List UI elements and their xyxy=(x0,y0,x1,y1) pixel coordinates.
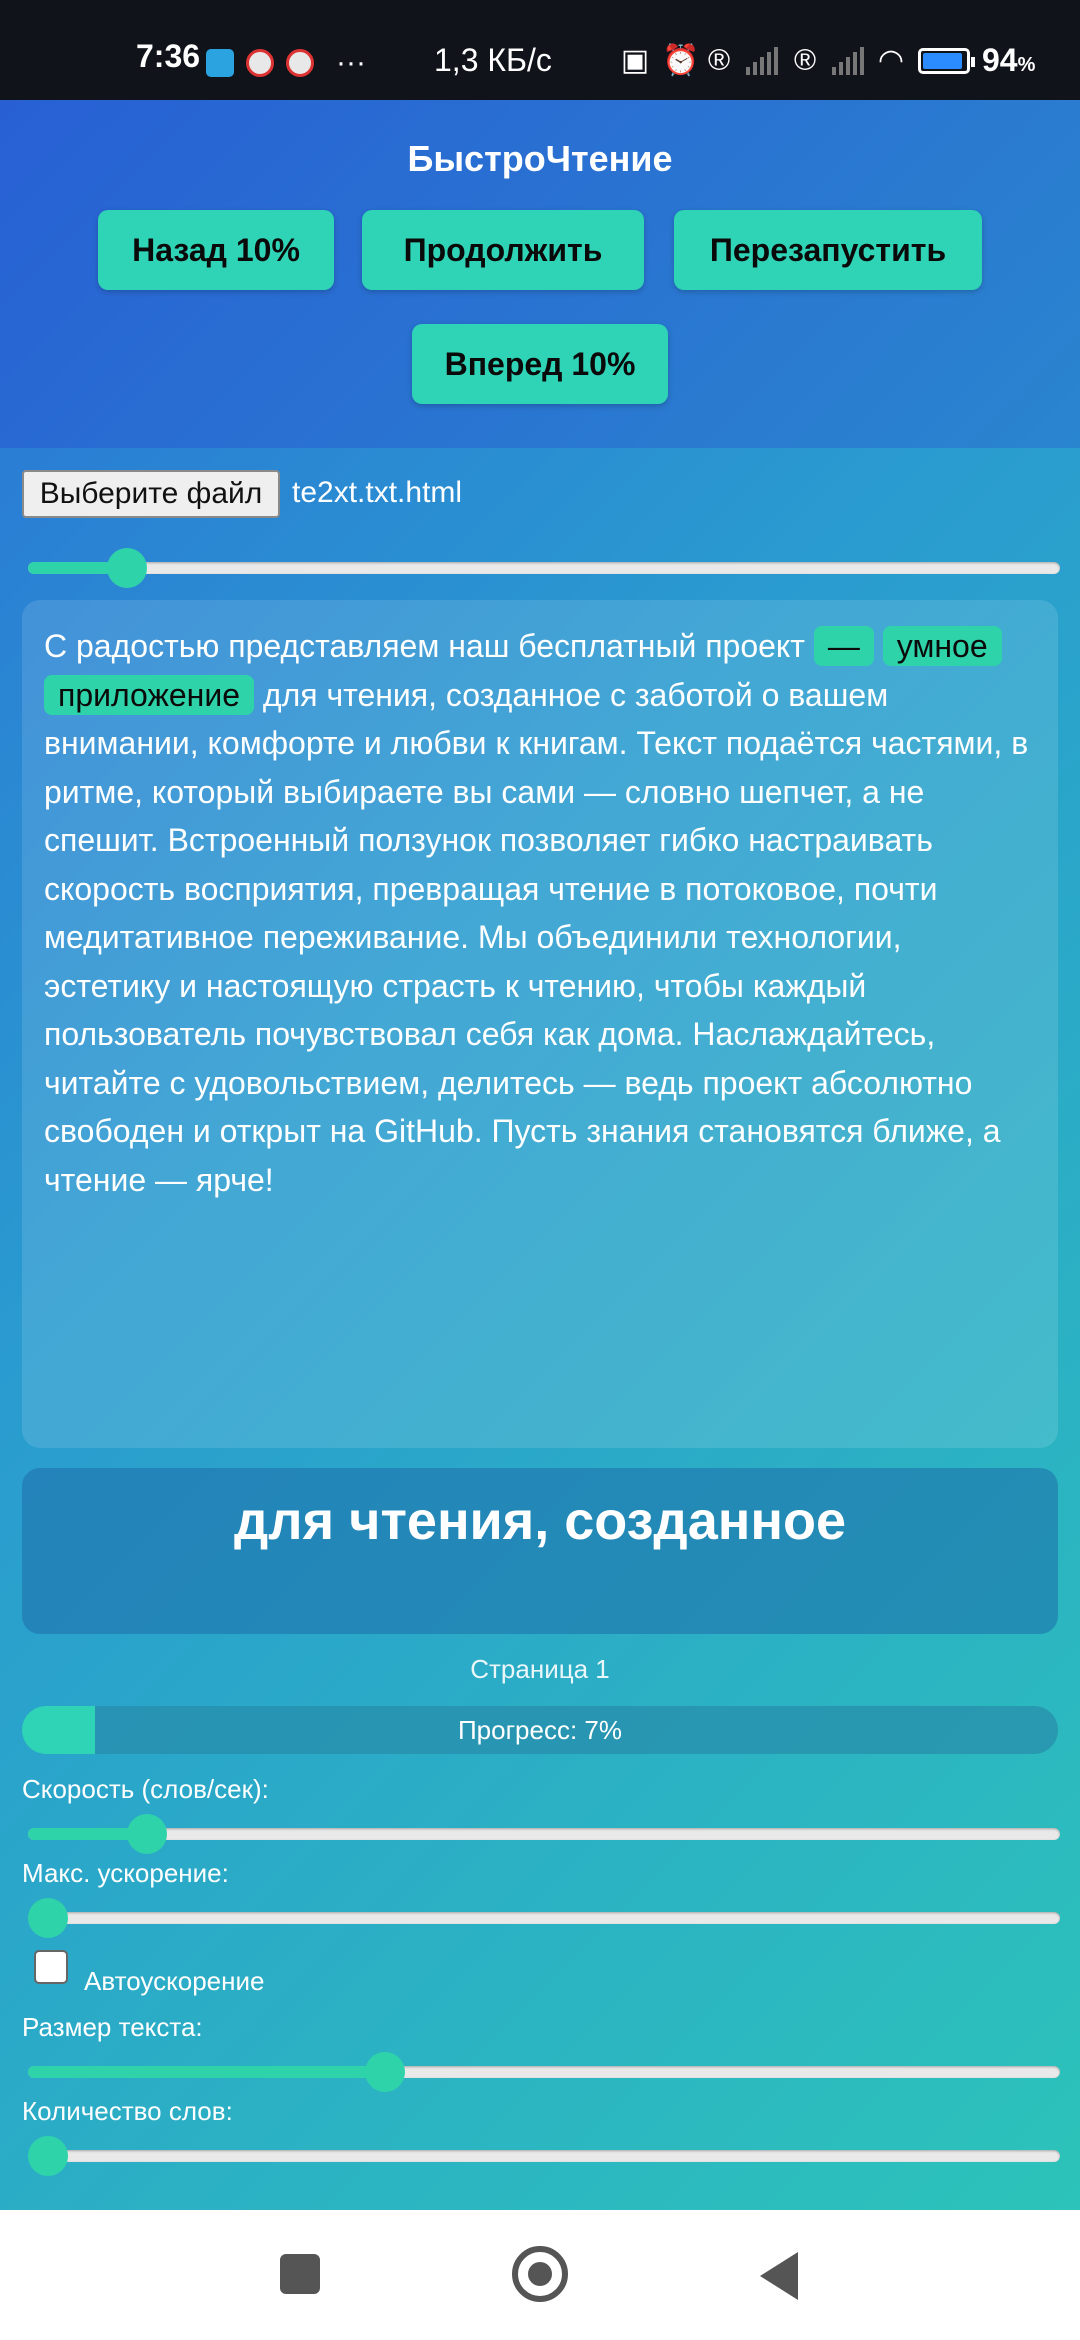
progress-bar: Прогресс: 7% xyxy=(22,1706,1058,1754)
text-before: С радостью представляем наш бесплатный п… xyxy=(44,628,814,664)
highlighted-word: — xyxy=(813,626,874,666)
alarm-icon: ⏰ xyxy=(662,44,700,77)
continue-button[interactable]: Продолжить xyxy=(362,210,644,290)
status-bar: 7:36 ··· 1,3 КБ/с ▣ ⏰ ® ® ◠ 94% xyxy=(0,0,1080,100)
more-notifications-icon: ··· xyxy=(336,46,366,79)
text-size-label: Размер текста: xyxy=(22,2012,203,2042)
highlighted-word: умное xyxy=(882,626,1002,666)
speed-slider[interactable] xyxy=(28,1814,1060,1854)
slider-track xyxy=(28,1912,1060,1924)
max-accel-label: Макс. ускорение: xyxy=(22,1858,229,1888)
app-header: БыстроЧтение Назад 10% Продолжить Переза… xyxy=(0,100,1080,448)
slider-thumb[interactable] xyxy=(28,1898,68,1938)
recent-apps-button[interactable] xyxy=(280,2254,320,2294)
signal-icon xyxy=(832,46,864,75)
slider-thumb[interactable] xyxy=(127,1814,168,1854)
page-label: Страница 1 xyxy=(470,1654,610,1684)
current-word: для чтения, созданное xyxy=(234,1491,846,1551)
app-title: БыстроЧтение xyxy=(407,138,673,179)
position-slider[interactable] xyxy=(28,548,1060,588)
signal-icon xyxy=(746,46,778,75)
back-button[interactable] xyxy=(760,2252,798,2300)
chrome-icon xyxy=(286,49,314,77)
text-panel: С радостью представляем наш бесплатный п… xyxy=(22,600,1058,1448)
restart-button[interactable]: Перезапустить xyxy=(674,210,982,290)
system-nav-bar xyxy=(0,2210,1080,2340)
slider-track xyxy=(28,562,1060,574)
back-10-button[interactable]: Назад 10% xyxy=(98,210,334,290)
file-name: te2xt.txt.html xyxy=(292,476,463,509)
wifi-icon: ◠ xyxy=(877,44,905,77)
registered-icon: ® xyxy=(793,43,817,77)
slider-thumb[interactable] xyxy=(365,2052,406,2092)
word-count-slider[interactable] xyxy=(28,2136,1060,2176)
reading-text: С радостью представляем наш бесплатный п… xyxy=(44,622,1034,1204)
notification-icons: ··· xyxy=(206,46,366,80)
slider-fill xyxy=(28,2066,386,2078)
slider-thumb[interactable] xyxy=(28,2136,68,2176)
battery-icon xyxy=(918,47,975,74)
slider-track xyxy=(28,1828,1060,1840)
forward-10-button[interactable]: Вперед 10% xyxy=(412,324,668,404)
registered-icon: ® xyxy=(707,43,731,77)
nfc-icon: ▣ xyxy=(620,44,650,77)
status-time: 7:36 xyxy=(136,38,201,74)
highlighted-word: приложение xyxy=(44,674,255,715)
speed-label: Скорость (слов/сек): xyxy=(22,1774,269,1804)
choose-file-button[interactable]: Выберите файл xyxy=(22,470,280,518)
chrome-icon xyxy=(246,49,274,77)
progress-label: Прогресс: 7% xyxy=(457,1715,623,1745)
auto-accel-checkbox[interactable] xyxy=(34,1950,68,1984)
telegram-icon xyxy=(206,49,234,77)
system-icons: ▣ ⏰ ® ® ◠ 94% xyxy=(620,42,1036,79)
word-count-label: Количество слов: xyxy=(22,2096,233,2126)
slider-track xyxy=(28,2150,1060,2162)
text-size-slider[interactable] xyxy=(28,2052,1060,2092)
text-after: для чтения, созданное с заботой о вашем … xyxy=(44,676,1029,1198)
battery-percent: 94% xyxy=(982,42,1036,78)
network-speed: 1,3 КБ/с xyxy=(434,42,552,78)
current-word-panel: для чтения, созданное xyxy=(22,1468,1058,1634)
auto-accel-label: Автоускорение xyxy=(84,1966,265,1996)
max-accel-slider[interactable] xyxy=(28,1898,1060,1938)
slider-thumb[interactable] xyxy=(107,548,148,588)
home-button[interactable] xyxy=(512,2246,568,2302)
